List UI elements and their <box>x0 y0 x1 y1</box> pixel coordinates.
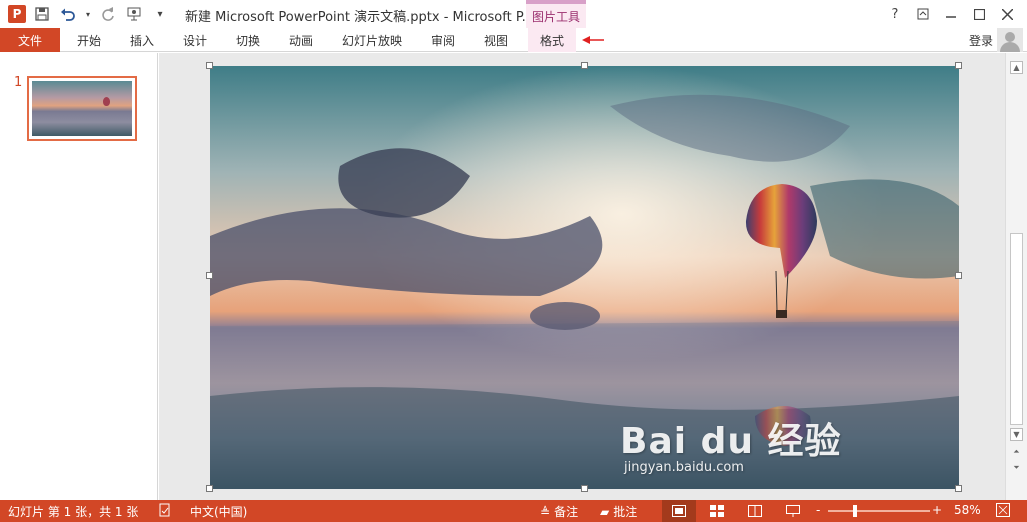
ribbon-tab-bar: 文件 开始 插入 设计 切换 动画 幻灯片放映 审阅 视图 格式 登录 <box>0 28 1027 52</box>
zoom-slider-knob[interactable] <box>853 505 857 517</box>
notes-label: 备注 <box>554 505 579 519</box>
normal-view-icon[interactable] <box>662 500 696 522</box>
tab-slide-show[interactable]: 幻灯片放映 <box>342 28 402 52</box>
ribbon-display-options-icon[interactable] <box>909 4 937 24</box>
picture-tools-group-label: 图片工具 <box>526 0 586 28</box>
resize-handle[interactable] <box>955 272 962 279</box>
redo-icon[interactable] <box>98 4 118 24</box>
undo-dropdown-icon[interactable]: ▾ <box>84 4 92 24</box>
resize-handle[interactable] <box>206 62 213 69</box>
tab-animations[interactable]: 动画 <box>289 28 313 52</box>
spellcheck-icon[interactable] <box>158 503 172 517</box>
red-arrow-annotation <box>582 36 604 44</box>
save-icon[interactable] <box>32 4 52 24</box>
vertical-scrollbar[interactable]: ▲ ▼ ⏶ ⏷ <box>1005 53 1027 500</box>
resize-handle[interactable] <box>955 62 962 69</box>
minimize-icon[interactable] <box>937 4 965 24</box>
undo-icon[interactable] <box>58 4 78 24</box>
resize-handle[interactable] <box>581 62 588 69</box>
slide-editing-pane <box>159 53 1005 500</box>
resize-handle[interactable] <box>581 485 588 492</box>
title-bar: P ▾ ▾ 新建 Microsoft PowerPoint 演示文稿.pptx … <box>0 0 1027 28</box>
tab-insert[interactable]: 插入 <box>130 28 154 52</box>
tab-file[interactable]: 文件 <box>0 28 60 52</box>
tab-format[interactable]: 格式 <box>528 28 577 52</box>
help-icon[interactable]: ? <box>881 4 909 24</box>
window-controls: ? <box>881 4 1021 24</box>
status-bar: 幻灯片 第 1 张，共 1 张 中文(中国) ≜ 备注 ▰ 批注 - + 58% <box>0 500 1027 522</box>
thumbnail-balloon <box>103 97 110 106</box>
selected-picture[interactable] <box>210 66 959 489</box>
slide-sorter-view-icon[interactable] <box>700 500 734 522</box>
zoom-level[interactable]: 58% <box>954 503 981 517</box>
zoom-out-button[interactable]: - <box>816 503 820 517</box>
tab-review[interactable]: 审阅 <box>431 28 455 52</box>
resize-handle[interactable] <box>206 272 213 279</box>
comments-label: 批注 <box>613 505 638 519</box>
baidu-jingyan-watermark: Bai du 经验 jingyan.baidu.com <box>620 412 842 475</box>
tab-home[interactable]: 开始 <box>77 28 101 52</box>
slide-info: 幻灯片 第 1 张，共 1 张 <box>8 505 139 519</box>
tab-design[interactable]: 设计 <box>183 28 207 52</box>
login-link[interactable]: 登录 <box>969 32 993 49</box>
sunset-balloon-picture <box>210 66 959 489</box>
zoom-slider[interactable] <box>828 510 930 512</box>
scroll-up-icon[interactable]: ▲ <box>1010 61 1023 74</box>
tab-transitions[interactable]: 切换 <box>236 28 260 52</box>
scroll-down-icon[interactable]: ▼ <box>1010 428 1023 441</box>
slide-number: 1 <box>14 75 23 90</box>
slide-show-view-icon[interactable] <box>776 500 810 522</box>
comment-icon: ▰ <box>600 504 610 519</box>
zoom-in-button[interactable]: + <box>932 503 942 517</box>
tab-view[interactable]: 视图 <box>484 28 508 52</box>
slide-thumbnail[interactable] <box>27 76 137 141</box>
window-title: 新建 Microsoft PowerPoint 演示文稿.pptx - Micr… <box>185 10 535 25</box>
present-from-start-icon[interactable] <box>124 4 144 24</box>
close-icon[interactable] <box>993 4 1021 24</box>
fit-slide-icon[interactable] <box>996 503 1010 517</box>
resize-handle[interactable] <box>955 485 962 492</box>
quick-access-toolbar: P ▾ ▾ <box>8 4 170 24</box>
avatar[interactable] <box>997 28 1023 52</box>
watermark-brand: Bai du 经验 <box>620 421 842 462</box>
notes-button[interactable]: ≜ 备注 <box>540 503 578 520</box>
previous-slide-icon[interactable]: ⏶ <box>1010 445 1023 458</box>
next-slide-icon[interactable]: ⏷ <box>1010 461 1023 474</box>
language-indicator[interactable]: 中文(中国) <box>190 503 247 520</box>
resize-handle[interactable] <box>206 485 213 492</box>
comments-button[interactable]: ▰ 批注 <box>600 503 637 520</box>
reading-view-icon[interactable] <box>738 500 772 522</box>
maximize-icon[interactable] <box>965 4 993 24</box>
scrollbar-thumb[interactable] <box>1010 233 1023 425</box>
powerpoint-icon[interactable]: P <box>8 5 26 23</box>
notes-icon: ≜ <box>540 504 551 519</box>
thumbnail-image <box>32 81 132 136</box>
slide-thumbnail-pane: 1 <box>0 53 158 500</box>
customize-qat-icon[interactable]: ▾ <box>150 4 170 24</box>
